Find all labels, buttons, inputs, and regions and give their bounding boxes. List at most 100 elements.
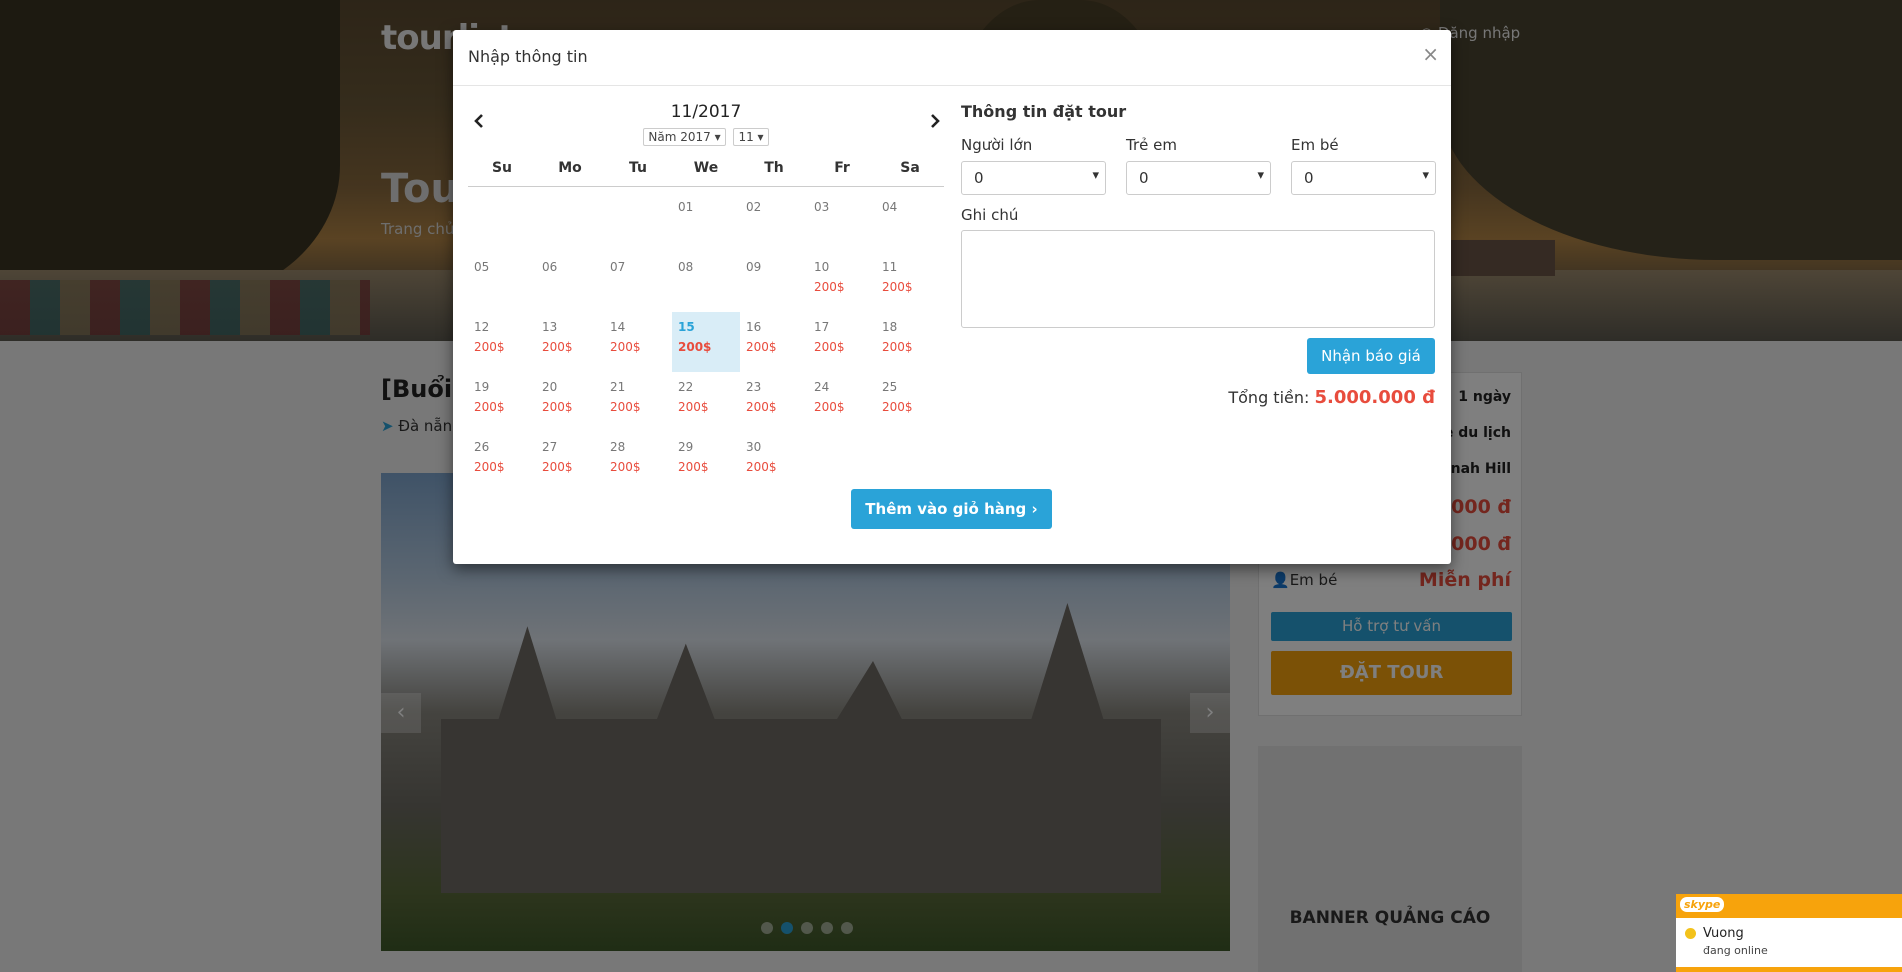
calendar-day-number: 18 [882, 320, 898, 334]
calendar-day-number: 23 [746, 380, 762, 394]
calendar-day[interactable]: 09 [740, 252, 808, 312]
calendar-day[interactable]: 14 200$ [604, 312, 672, 372]
calendar-day-price: 200$ [542, 400, 573, 414]
adult-select[interactable]: 0 [961, 161, 1106, 195]
add-to-cart-button[interactable]: Thêm vào giỏ hàng › [851, 489, 1052, 529]
calendar-day-price: 200$ [474, 400, 505, 414]
calendar-week: 26 200$ 27 200$ 28 200$ 29 200$ 30 200$ [468, 432, 944, 492]
calendar-day[interactable]: 28 200$ [604, 432, 672, 492]
weekday-label: Sa [900, 160, 920, 176]
year-select[interactable]: Năm 2017 ▾ [643, 128, 726, 146]
calendar-weekdays: Su Mo Tu We Th Fr Sa [468, 160, 944, 187]
calendar-day-price: 200$ [746, 400, 777, 414]
calendar-week: 19 200$ 20 200$ 21 200$ 22 200$ 23 200$ 24 200$ 25 20… [468, 372, 944, 432]
calendar-day-price: 200$ [678, 340, 712, 354]
calendar-day-number: 14 [610, 320, 626, 334]
note-textarea[interactable] [961, 230, 1435, 328]
calendar-day-number: 08 [678, 260, 694, 274]
weekday-label: Mo [558, 160, 582, 176]
calendar-empty-cell [876, 432, 944, 492]
calendar-day[interactable]: 26 200$ [468, 432, 536, 492]
skype-widget[interactable]: skype Vuong đang online [1676, 894, 1902, 972]
close-icon[interactable]: × [1422, 44, 1439, 64]
calendar-week: 12 200$ 13 200$ 14 200$ 15 200$ 16 200$ 17 200$ 18 20… [468, 312, 944, 372]
calendar-day-number: 10 [814, 260, 830, 274]
calendar-day-price: 200$ [678, 400, 709, 414]
calendar-day[interactable]: 22 200$ [672, 372, 740, 432]
calendar-day-price: 200$ [610, 400, 641, 414]
calendar-week: 05 06 07 08 09 10 200$ 11 200$ [468, 252, 944, 312]
calendar-day-number: 13 [542, 320, 558, 334]
calendar-day-number: 25 [882, 380, 898, 394]
calendar-day[interactable]: 01 [672, 192, 740, 252]
adult-label: Người lớn [961, 136, 1033, 154]
calendar-day[interactable]: 06 [536, 252, 604, 312]
calendar-day-number: 20 [542, 380, 558, 394]
total-label: Tổng tiền: [1228, 388, 1310, 407]
modal-title: Nhập thông tin [468, 47, 588, 66]
note-label: Ghi chú [961, 206, 1019, 224]
calendar-day-number: 21 [610, 380, 626, 394]
child-select[interactable]: 0 [1126, 161, 1271, 195]
calendar-day-number: 24 [814, 380, 830, 394]
calendar-day[interactable]: 07 [604, 252, 672, 312]
calendar-day-number: 09 [746, 260, 762, 274]
calendar-day-number: 12 [474, 320, 490, 334]
calendar-day-price: 200$ [814, 400, 845, 414]
calendar-day-price: 200$ [746, 460, 777, 474]
calendar-day[interactable]: 23 200$ [740, 372, 808, 432]
booking-title: Thông tin đặt tour [961, 102, 1127, 121]
calendar-day[interactable]: 02 [740, 192, 808, 252]
calendar-day-price: 200$ [610, 460, 641, 474]
calendar-day[interactable]: 20 200$ [536, 372, 604, 432]
calendar-day[interactable]: 25 200$ [876, 372, 944, 432]
calendar-day[interactable]: 13 200$ [536, 312, 604, 372]
calendar-day[interactable]: 11 200$ [876, 252, 944, 312]
calendar-day-number: 02 [746, 200, 762, 214]
calendar-day[interactable]: 05 [468, 252, 536, 312]
calendar-day[interactable]: 17 200$ [808, 312, 876, 372]
calendar-day[interactable]: 19 200$ [468, 372, 536, 432]
calendar-day-number: 05 [474, 260, 490, 274]
month-select[interactable]: 11 ▾ [733, 128, 769, 146]
booking-modal: Nhập thông tin × 11/2017 Năm 2017 ▾ 11 ▾… [453, 30, 1451, 564]
calendar-grid: 01 02 03 04 05 06 07 08 09 10 200$ 11 200$ 12 200$ 13 20… [468, 192, 944, 492]
calendar-day[interactable]: 08 [672, 252, 740, 312]
calendar-day-price: 200$ [542, 340, 573, 354]
calendar-day[interactable]: 12 200$ [468, 312, 536, 372]
child-label: Trẻ em [1126, 136, 1177, 154]
calendar-day[interactable]: 24 200$ [808, 372, 876, 432]
get-quote-button[interactable]: Nhận báo giá [1307, 338, 1435, 374]
calendar-empty-cell [536, 192, 604, 252]
calendar-day-number: 19 [474, 380, 490, 394]
calendar-day[interactable]: 30 200$ [740, 432, 808, 492]
calendar-day-number: 15 [678, 320, 695, 334]
calendar-day[interactable]: 21 200$ [604, 372, 672, 432]
calendar-day-price: 200$ [882, 280, 913, 294]
calendar-day[interactable]: 29 200$ [672, 432, 740, 492]
calendar-empty-cell [468, 192, 536, 252]
baby-select[interactable]: 0 [1291, 161, 1436, 195]
calendar-day[interactable]: 27 200$ [536, 432, 604, 492]
calendar-day-number: 04 [882, 200, 898, 214]
calendar-day-price: 200$ [678, 460, 709, 474]
skype-logo: skype [1680, 897, 1725, 912]
calendar-day[interactable]: 04 [876, 192, 944, 252]
calendar-month-label: 11/2017 [670, 102, 742, 122]
calendar-day[interactable]: 16 200$ [740, 312, 808, 372]
total-price: Tổng tiền: 5.000.000 đ [1228, 387, 1435, 408]
calendar-day-price: 200$ [474, 460, 505, 474]
calendar-day[interactable]: 15 200$ [672, 312, 740, 372]
calendar-day-number: 29 [678, 440, 694, 454]
calendar-day[interactable]: 18 200$ [876, 312, 944, 372]
weekday-label: Tu [629, 160, 647, 176]
total-value: 5.000.000 đ [1314, 387, 1436, 408]
calendar-day-number: 16 [746, 320, 762, 334]
baby-label: Em bé [1291, 136, 1339, 154]
calendar-day[interactable]: 03 [808, 192, 876, 252]
calendar-day-number: 28 [610, 440, 626, 454]
calendar-day-number: 11 [882, 260, 898, 274]
calendar-day-number: 06 [542, 260, 558, 274]
calendar-day[interactable]: 10 200$ [808, 252, 876, 312]
calendar-day-number: 30 [746, 440, 762, 454]
